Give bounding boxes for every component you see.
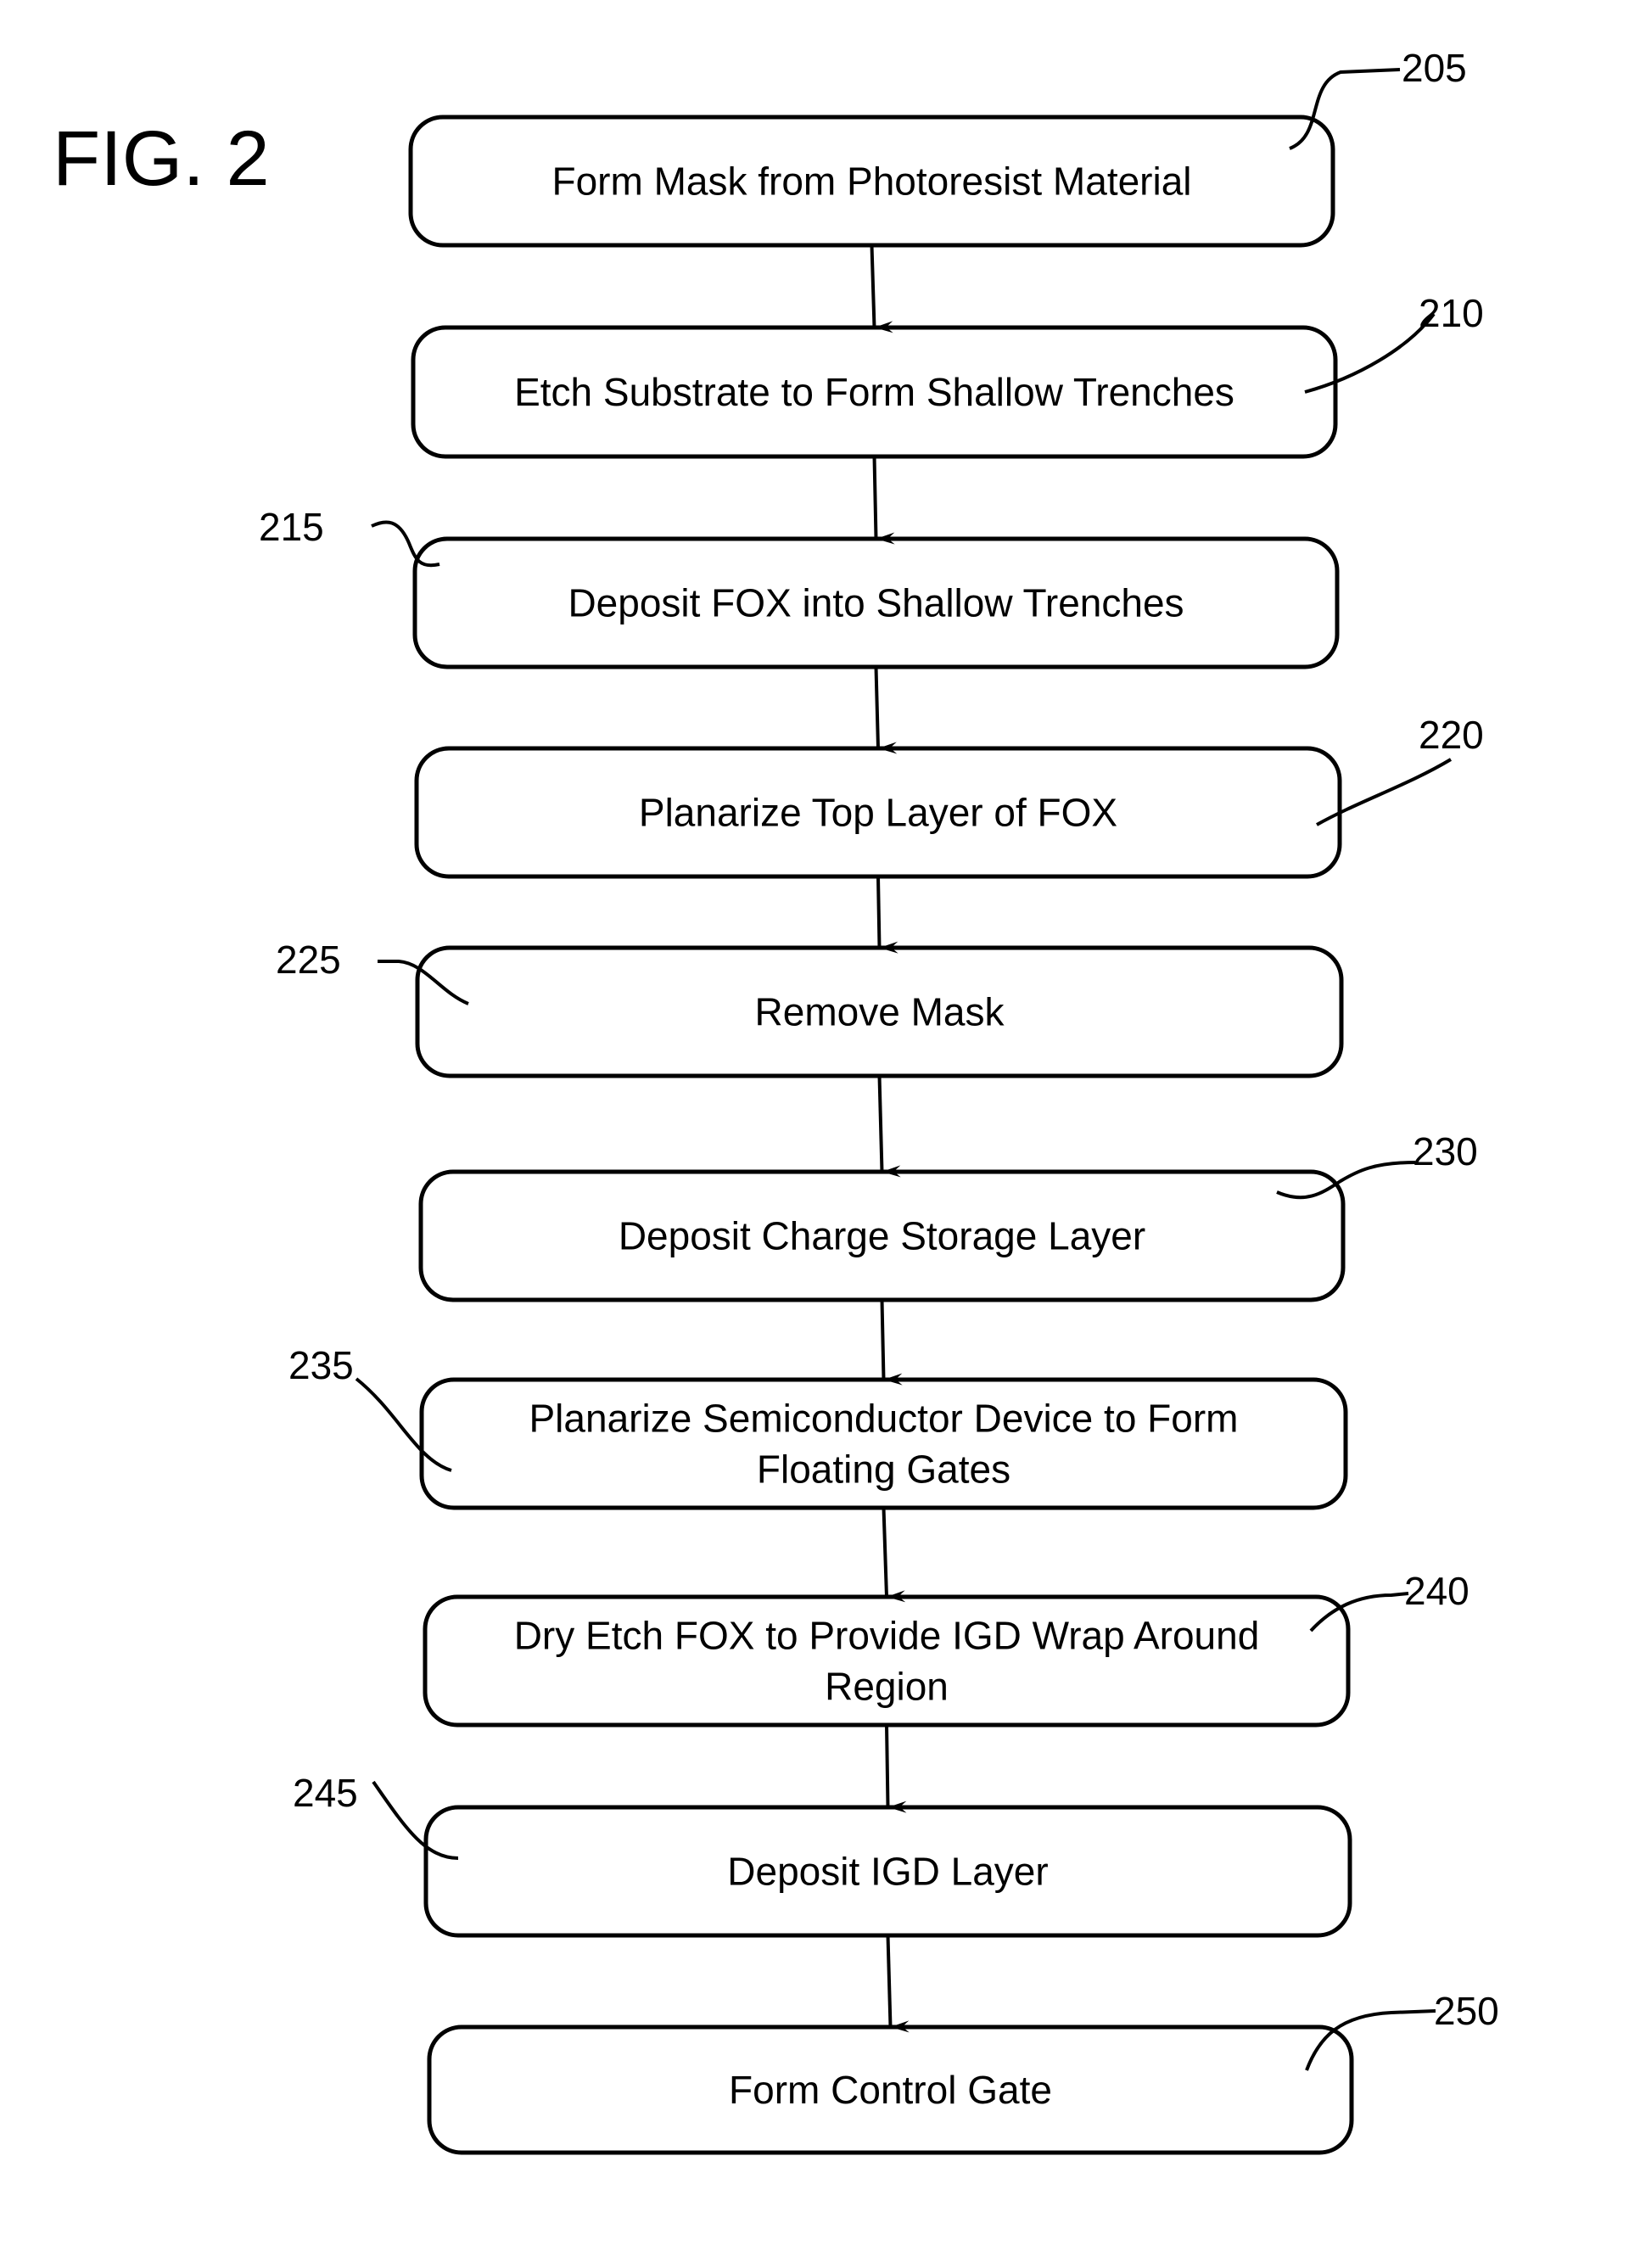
flow-arrow: [885, 1724, 907, 1813]
process-step-220: Planarize Top Layer of FOX: [414, 746, 1342, 879]
process-step-225: Remove Mask: [415, 945, 1344, 1078]
process-step-235: Planarize Semiconductor Device to Form Fl…: [419, 1377, 1348, 1510]
reference-numeral: 230: [1413, 1129, 1478, 1173]
flow-arrow: [886, 1935, 910, 2033]
process-step-230: Deposit Charge Storage Layer: [418, 1169, 1346, 1302]
step-label: Form Mask from Photoresist Material: [551, 160, 1191, 204]
flow-arrow: [880, 1299, 903, 1386]
step-label: Remove Mask: [755, 990, 1005, 1034]
step-label: Form Control Gate: [729, 2068, 1052, 2112]
step-label: Dry Etch FOX to Provide IGD Wrap Around: [514, 1614, 1260, 1658]
reference-numeral: 210: [1419, 291, 1484, 335]
flow-arrow: [870, 244, 893, 333]
flow-arrow: [882, 1507, 906, 1603]
reference-numeral: 220: [1419, 713, 1484, 757]
figure-title: FIG. 2: [53, 115, 270, 202]
process-step-245: Deposit IGD Layer: [423, 1805, 1352, 1938]
flow-arrow: [876, 876, 898, 954]
reference-numeral: 235: [288, 1343, 354, 1387]
process-step-205: Form Mask from Photoresist Material: [408, 115, 1335, 248]
step-label: Planarize Top Layer of FOX: [639, 791, 1117, 835]
step-label: Region: [825, 1665, 949, 1709]
flow-arrow: [872, 456, 895, 545]
flow-arrow: [877, 1075, 901, 1178]
leader-line: [1289, 68, 1401, 150]
reference-numeral: 225: [276, 938, 341, 982]
reference-numeral: 205: [1402, 46, 1467, 90]
step-label: Deposit IGD Layer: [727, 1850, 1048, 1894]
step-label: Deposit Charge Storage Layer: [619, 1214, 1145, 1258]
process-step-240: Dry Etch FOX to Provide IGD Wrap Around R…: [423, 1594, 1351, 1728]
process-step-215: Deposit FOX into Shallow Trenches: [412, 536, 1340, 669]
process-step-250: Form Control Gate: [427, 2024, 1354, 2155]
step-label: Etch Substrate to Form Shallow Trenches: [514, 370, 1234, 414]
step-label: Deposit FOX into Shallow Trenches: [568, 581, 1184, 625]
step-label: Planarize Semiconductor Device to Form: [529, 1397, 1239, 1441]
step-label: Floating Gates: [757, 1448, 1010, 1492]
flow-arrow: [874, 666, 898, 754]
process-step-210: Etch Substrate to Form Shallow Trenches: [411, 325, 1338, 459]
flowchart: FIG. 2 Form Mask from Photoresist Materi…: [53, 46, 1499, 2155]
reference-numeral: 215: [259, 505, 324, 549]
reference-numeral: 250: [1434, 1989, 1499, 2033]
reference-numeral: 245: [293, 1771, 358, 1815]
reference-numeral: 240: [1404, 1569, 1469, 1613]
